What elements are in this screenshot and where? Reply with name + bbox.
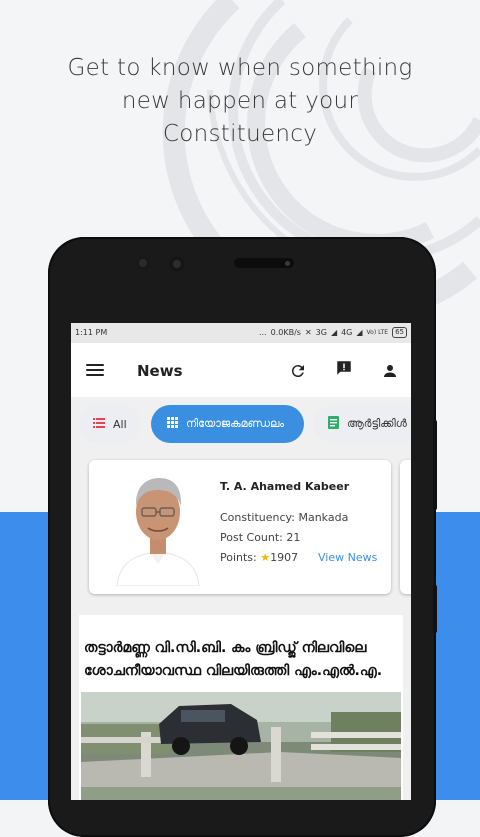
star-icon: ★ [260, 551, 271, 564]
phone-sensor [136, 256, 150, 270]
mla-points-value: 1907 [270, 551, 299, 564]
promo-headline: Get to know when something new happen at… [0, 52, 480, 151]
menu-icon[interactable] [86, 364, 104, 377]
feedback-icon[interactable] [335, 359, 353, 377]
mla-name: T. A. Ahamed Kabeer [220, 480, 350, 493]
phone-front-camera [169, 256, 185, 272]
page-title: News [137, 362, 183, 380]
app-bar: News [71, 343, 411, 397]
next-mla-card[interactable] [400, 460, 411, 594]
mla-avatar [116, 478, 200, 586]
mla-points-label: Points: [220, 551, 257, 564]
article-icon [328, 416, 339, 432]
promo-headline-line-1: Get to know when something [67, 55, 413, 81]
phone-led [285, 261, 290, 266]
mla-post-count: Post Count: 21 [220, 531, 301, 544]
grid-icon [167, 417, 178, 431]
news-item[interactable]: തട്ടാർമണ്ണ വി.സി.ബി. കം ബ്രിഡ്ജ് നിലവിലെ… [79, 615, 403, 800]
chip-constituency-label: നിയോജകമണ്ഡലം [186, 417, 284, 430]
promo-headline-line-3: Constituency [162, 121, 318, 147]
status-time: 1:11 PM [75, 328, 108, 337]
status-volte: Vo) LTE [366, 329, 389, 336]
refresh-icon[interactable] [289, 362, 307, 380]
status-bar: 1:11 PM ... 0.0KB/s ✕ 3G ◢ 4G ◢ Vo) LTE … [71, 323, 411, 343]
chip-constituency[interactable]: നിയോജകമണ്ഡലം [151, 405, 304, 443]
vibrate-icon: ✕ [304, 328, 312, 337]
view-news-link[interactable]: View News [318, 551, 377, 564]
list-icon [93, 417, 105, 431]
mla-constituency: Constituency: Mankada [220, 511, 349, 524]
app-screen: 1:11 PM ... 0.0KB/s ✕ 3G ◢ 4G ◢ Vo) LTE … [71, 323, 411, 800]
phone-power-button [433, 585, 437, 633]
signal-icon-2: ◢ [356, 328, 363, 337]
chip-all-label: All [113, 417, 127, 431]
status-signal-4g: 4G [341, 328, 353, 337]
account-icon[interactable] [381, 362, 399, 380]
status-dots: ... [258, 328, 267, 337]
chip-article[interactable]: ആർട്ടിക്കിൾ [314, 405, 411, 443]
mla-card[interactable]: T. A. Ahamed Kabeer Constituency: Mankad… [89, 460, 391, 594]
signal-icon: ◢ [330, 328, 338, 337]
status-net-speed: 0.0KB/s [270, 328, 301, 337]
promo-headline-line-2: new happen at your [121, 88, 359, 114]
battery-level: 65 [395, 328, 404, 336]
chip-article-label: ആർട്ടിക്കിൾ [347, 417, 407, 430]
phone-volume-button [433, 420, 437, 510]
news-title: തട്ടാർമണ്ണ വി.സി.ബി. കം ബ്രിഡ്ജ് നിലവിലെ… [84, 640, 383, 679]
news-image [81, 692, 401, 800]
status-signal-3g: 3G [315, 328, 327, 337]
chip-all[interactable]: All [79, 405, 141, 443]
battery-icon: 65 [392, 327, 407, 338]
category-chips: All നിയോജകമണ്ഡലം ആർട്ടിക്കിൾ [71, 403, 411, 445]
